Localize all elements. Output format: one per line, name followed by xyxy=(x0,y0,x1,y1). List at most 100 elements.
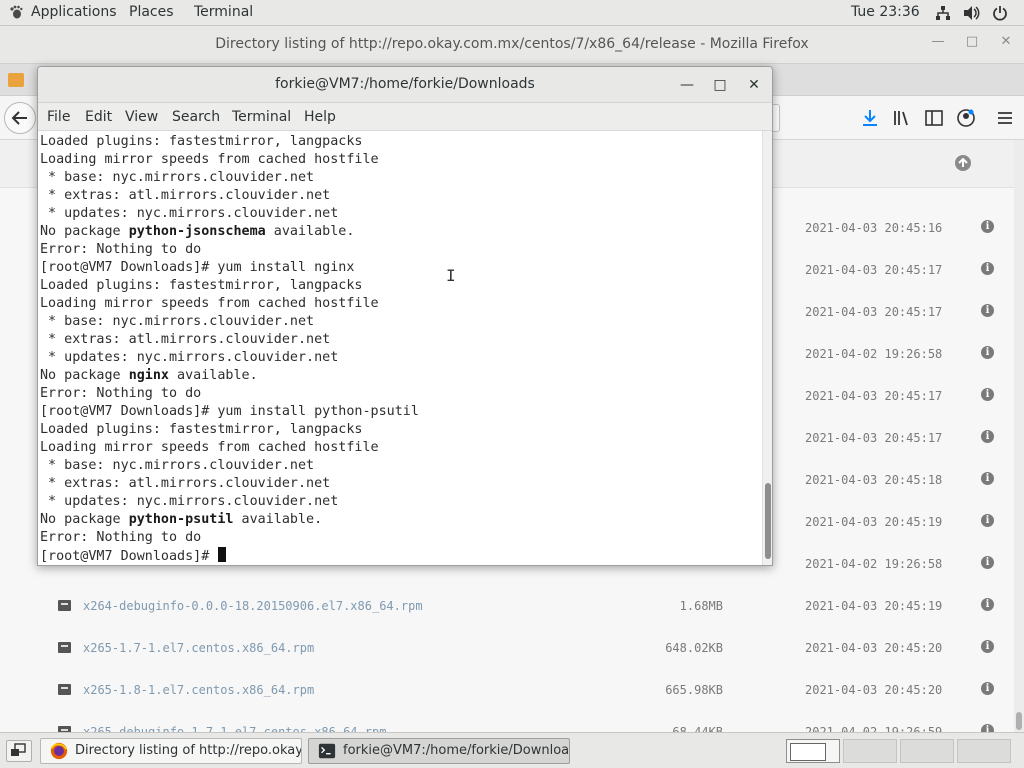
places-menu[interactable]: Places xyxy=(129,4,174,20)
power-icon[interactable] xyxy=(992,5,1008,21)
file-icon xyxy=(58,642,71,653)
table-row: x265-1.8-1.el7.centos.x86_64.rpm 665.98KB… xyxy=(0,670,1014,712)
table-row: x264-debuginfo-0.0.0-18.20150906.el7.x86… xyxy=(0,586,1014,628)
terminal-line-text: * updates: nyc.mirrors.clouvider.net xyxy=(40,494,339,509)
info-icon[interactable]: i xyxy=(981,514,994,527)
terminal-line: Loaded plugins: fastestmirror, langpacks xyxy=(40,277,419,295)
terminal-line-text: Error: Nothing to do xyxy=(40,242,202,257)
info-icon[interactable]: i xyxy=(981,262,994,275)
terminal-line: No package python-psutil available. xyxy=(40,511,419,529)
terminal-line: Loading mirror speeds from cached hostfi… xyxy=(40,439,419,457)
mouse-ibeam-cursor: I xyxy=(446,266,456,285)
volume-icon[interactable] xyxy=(963,5,981,21)
menu-edit[interactable]: Edit xyxy=(85,109,112,125)
terminal-line-text: Loading mirror speeds from cached hostfi… xyxy=(40,296,379,311)
file-date: 2021-04-03 20:45:18 xyxy=(805,473,943,487)
terminal-line-text: Loading mirror speeds from cached hostfi… xyxy=(40,152,379,167)
taskbar-firefox-label: Directory listing of http://repo.okay...… xyxy=(75,743,302,758)
info-icon[interactable]: i xyxy=(981,640,994,653)
info-icon[interactable]: i xyxy=(981,304,994,317)
file-name-link[interactable]: x265-1.7-1.el7.centos.x86_64.rpm xyxy=(83,641,314,655)
menu-file[interactable]: File xyxy=(47,109,70,125)
terminal-line-text: Loaded plugins: fastestmirror, langpacks xyxy=(40,134,363,149)
terminal-line-text: Loaded plugins: fastestmirror, langpacks xyxy=(40,422,363,437)
terminal-titlebar[interactable]: forkie@VM7:/home/forkie/Downloads — □ ✕ xyxy=(38,67,772,103)
info-icon[interactable]: i xyxy=(981,598,994,611)
info-icon[interactable]: i xyxy=(981,220,994,233)
terminal-line: Loading mirror speeds from cached hostfi… xyxy=(40,151,419,169)
minimize-icon[interactable]: — xyxy=(927,34,949,56)
library-icon[interactable] xyxy=(892,108,912,128)
terminal-line: * base: nyc.mirrors.clouvider.net xyxy=(40,457,419,475)
back-arrow-icon xyxy=(11,111,27,125)
terminal-menubar: File Edit View Search Terminal Help xyxy=(38,103,772,131)
info-icon[interactable]: i xyxy=(981,682,994,695)
firefox-scrollbar[interactable] xyxy=(1014,140,1024,732)
terminal-line-text: No package xyxy=(40,512,129,527)
terminal-icon xyxy=(318,743,336,759)
up-arrow-icon[interactable] xyxy=(954,154,972,172)
taskbar-firefox[interactable]: Directory listing of http://repo.okay...… xyxy=(40,738,302,764)
file-icon xyxy=(58,600,71,611)
network-icon[interactable] xyxy=(935,5,951,21)
terminal-prompt-line[interactable]: [root@VM7 Downloads]# xyxy=(40,547,419,565)
terminal-line-text: No package xyxy=(40,224,129,239)
workspace-4[interactable] xyxy=(957,739,1011,763)
info-icon[interactable]: i xyxy=(981,430,994,443)
terminal-close-icon[interactable]: ✕ xyxy=(743,74,765,96)
close-icon[interactable]: ✕ xyxy=(995,34,1017,56)
file-size: 665.98KB xyxy=(665,683,723,697)
show-desktop-button[interactable] xyxy=(6,740,32,762)
maximize-icon[interactable]: □ xyxy=(961,34,983,56)
info-icon[interactable]: i xyxy=(981,472,994,485)
back-button[interactable] xyxy=(4,102,36,134)
file-date: 2021-04-03 20:45:20 xyxy=(805,683,943,697)
terminal-maximize-icon[interactable]: □ xyxy=(709,74,731,96)
info-icon[interactable]: i xyxy=(981,388,994,401)
file-date: 2021-04-02 19:26:58 xyxy=(805,347,943,361)
hamburger-menu-icon[interactable] xyxy=(995,108,1015,128)
file-size: 648.02KB xyxy=(665,641,723,655)
info-icon[interactable]: i xyxy=(981,556,994,569)
terminal-line-text: * updates: nyc.mirrors.clouvider.net xyxy=(40,350,339,365)
terminal-line: * extras: atl.mirrors.clouvider.net xyxy=(40,187,419,205)
terminal-output[interactable]: Loaded plugins: fastestmirror, langpacks… xyxy=(38,131,762,565)
terminal-line-text: * extras: atl.mirrors.clouvider.net xyxy=(40,476,331,491)
terminal-app-menu[interactable]: Terminal xyxy=(194,4,253,20)
firefox-scrollbar-thumb[interactable] xyxy=(1016,712,1022,730)
terminal-line: No package python-jsonschema available. xyxy=(40,223,419,241)
workspace-3[interactable] xyxy=(900,739,954,763)
terminal-line: No package nginx available. xyxy=(40,367,419,385)
sidebar-icon[interactable] xyxy=(924,108,944,128)
package-name: python-jsonschema xyxy=(128,224,266,239)
applications-menu[interactable]: Applications xyxy=(31,4,117,20)
terminal-line: [root@VM7 Downloads]# yum install python… xyxy=(40,403,419,421)
terminal-line: Loading mirror speeds from cached hostfi… xyxy=(40,295,419,313)
terminal-line-text: [root@VM7 Downloads]# yum install python… xyxy=(40,404,419,419)
terminal-scrollbar[interactable] xyxy=(762,131,772,565)
file-name-link[interactable]: x264-debuginfo-0.0.0-18.20150906.el7.x86… xyxy=(83,599,423,613)
folder-icon[interactable] xyxy=(8,73,24,87)
menu-search[interactable]: Search xyxy=(172,109,220,125)
file-date: 2021-04-03 20:45:19 xyxy=(805,515,943,529)
info-icon[interactable]: i xyxy=(981,346,994,359)
clock[interactable]: Tue 23:36 xyxy=(851,4,920,20)
file-date: 2021-04-02 19:26:58 xyxy=(805,557,943,571)
taskbar-terminal[interactable]: forkie@VM7:/home/forkie/Downloa... xyxy=(308,738,570,764)
terminal-line: * extras: atl.mirrors.clouvider.net xyxy=(40,475,419,493)
file-name-link[interactable]: x265-1.8-1.el7.centos.x86_64.rpm xyxy=(83,683,314,697)
workspace-2[interactable] xyxy=(843,739,897,763)
terminal-line: * extras: atl.mirrors.clouvider.net xyxy=(40,331,419,349)
terminal-scrollbar-thumb[interactable] xyxy=(765,483,771,559)
menu-terminal[interactable]: Terminal xyxy=(232,109,291,125)
menu-view[interactable]: View xyxy=(125,109,158,125)
account-icon[interactable] xyxy=(956,108,976,128)
menu-help[interactable]: Help xyxy=(304,109,336,125)
workspace-1[interactable] xyxy=(786,739,840,763)
terminal-line: * updates: nyc.mirrors.clouvider.net xyxy=(40,205,419,223)
terminal-minimize-icon[interactable]: — xyxy=(676,74,698,96)
firefox-titlebar[interactable]: Directory listing of http://repo.okay.co… xyxy=(0,26,1024,64)
download-icon[interactable] xyxy=(860,108,880,128)
firefox-window-title: Directory listing of http://repo.okay.co… xyxy=(215,36,809,52)
terminal-line-text: [root@VM7 Downloads]# yum install nginx xyxy=(40,260,355,275)
